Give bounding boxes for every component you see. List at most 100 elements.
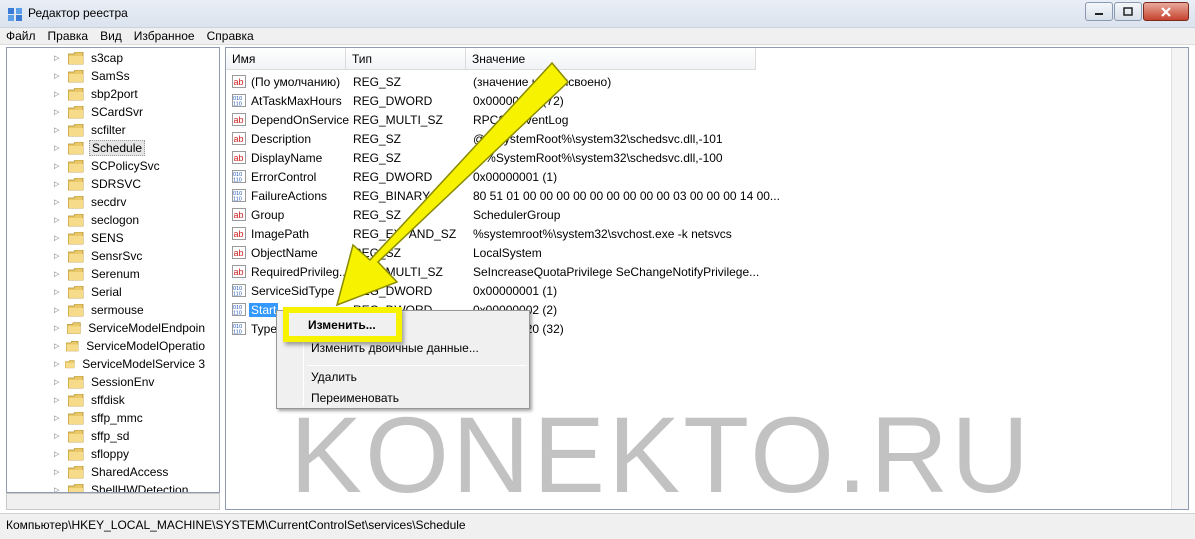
tree-item-label: seclogon xyxy=(91,213,140,227)
tree-item[interactable]: ▷ sffp_sd xyxy=(7,427,207,445)
menu-help[interactable]: Справка xyxy=(207,29,254,43)
tree-item[interactable]: ▷ scfilter xyxy=(7,121,207,139)
expand-arrow-icon[interactable]: ▷ xyxy=(54,468,62,476)
tree-item[interactable]: ▷ sfloppy xyxy=(7,445,207,463)
table-row[interactable]: ab (По умолчанию) REG_SZ (значение не присв… xyxy=(226,72,1186,91)
expand-arrow-icon[interactable]: ▷ xyxy=(54,252,62,260)
menu-item-modify[interactable]: Изменить... xyxy=(283,307,402,342)
column-header-type[interactable]: Тип xyxy=(346,48,466,70)
tree-item[interactable]: ▷ SENS xyxy=(7,229,207,247)
menu-file[interactable]: Файл xyxy=(6,29,36,43)
expand-arrow-icon[interactable]: ▷ xyxy=(54,486,62,492)
value-name: ErrorControl xyxy=(251,169,317,184)
folder-icon xyxy=(65,359,75,368)
tree-item[interactable]: ▷ s3cap xyxy=(7,49,207,67)
expand-arrow-icon[interactable]: ▷ xyxy=(54,162,62,170)
expand-arrow-icon[interactable]: ▷ xyxy=(54,450,62,458)
table-row[interactable]: ab RequiredPrivileg... REG_MULTI_SZ SeIncre… xyxy=(226,262,1186,281)
string-value-icon: ab xyxy=(232,246,246,259)
table-row[interactable]: 010 110 FailureActions REG_BINARY 80 51 01 0… xyxy=(226,186,1186,205)
table-row[interactable]: ab ObjectName REG_SZ LocalSystem xyxy=(226,243,1186,262)
tree-item[interactable]: ▷ SamSs xyxy=(7,67,207,85)
expand-arrow-icon[interactable]: ▷ xyxy=(54,360,59,368)
expand-arrow-icon[interactable]: ▷ xyxy=(54,126,62,134)
minimize-button[interactable] xyxy=(1085,2,1113,21)
tree-item[interactable]: ▷ Serial xyxy=(7,283,207,301)
expand-arrow-icon[interactable]: ▷ xyxy=(54,396,62,404)
expand-arrow-icon[interactable]: ▷ xyxy=(54,234,62,242)
tree-item-label: SensrSvc xyxy=(91,249,143,263)
window-title: Редактор реестра xyxy=(28,6,128,20)
tree-item[interactable]: ▷ ServiceModelService 3 xyxy=(7,355,207,373)
table-row[interactable]: ab DisplayName REG_SZ @%SystemRoot%\system3… xyxy=(226,148,1186,167)
column-header-data[interactable]: Значение xyxy=(466,48,756,70)
tree-item-label: ServiceModelEndpoin xyxy=(88,321,205,335)
menu-view[interactable]: Вид xyxy=(100,29,122,43)
tree-horizontal-scrollbar[interactable] xyxy=(6,493,220,510)
expand-arrow-icon[interactable]: ▷ xyxy=(54,432,62,440)
tree-item[interactable]: ▷ sermouse xyxy=(7,301,207,319)
tree-item-label: SamSs xyxy=(91,69,130,83)
tree-item[interactable]: ▷ sffp_mmc xyxy=(7,409,207,427)
menu-edit[interactable]: Правка xyxy=(48,29,89,43)
table-row[interactable]: 010 110 ErrorControl REG_DWORD 0x00000001 (1… xyxy=(226,167,1186,186)
table-row[interactable]: 010 110 ServiceSidType REG_DWORD 0x00000001 … xyxy=(226,281,1186,300)
tree-item[interactable]: ▷ Serenum xyxy=(7,265,207,283)
expand-arrow-icon[interactable]: ▷ xyxy=(54,144,62,152)
expand-arrow-icon[interactable]: ▷ xyxy=(54,90,62,98)
table-row[interactable]: ab DependOnService REG_MULTI_SZ RPCSS Event… xyxy=(226,110,1186,129)
expand-arrow-icon[interactable]: ▷ xyxy=(54,378,62,386)
svg-text:110: 110 xyxy=(233,178,242,184)
expand-arrow-icon[interactable]: ▷ xyxy=(54,270,62,278)
tree-item[interactable]: ▷ SDRSVC xyxy=(7,175,207,193)
value-data: RPCSS EventLog xyxy=(473,112,569,127)
svg-text:110: 110 xyxy=(233,311,242,317)
value-name: (По умолчанию) xyxy=(251,74,341,89)
tree-item[interactable]: ▷ Schedule xyxy=(7,139,207,157)
values-list[interactable]: Имя Тип Значение ab (По умолчанию) REG_SZ (… xyxy=(225,47,1189,510)
expand-arrow-icon[interactable]: ▷ xyxy=(54,414,62,422)
expand-arrow-icon[interactable]: ▷ xyxy=(54,288,62,296)
expand-arrow-icon[interactable]: ▷ xyxy=(54,54,62,62)
table-row[interactable]: ab Group REG_SZ SchedulerGroup xyxy=(226,205,1186,224)
expand-arrow-icon[interactable]: ▷ xyxy=(54,342,60,350)
menu-favorites[interactable]: Избранное xyxy=(134,29,195,43)
menu-item-modify-binary[interactable]: Изменить двоичные данные... xyxy=(311,341,479,355)
expand-arrow-icon[interactable]: ▷ xyxy=(54,324,61,332)
tree-item[interactable]: ▷ ServiceModelOperatio xyxy=(7,337,207,355)
tree-item[interactable]: ▷ SensrSvc xyxy=(7,247,207,265)
folder-icon xyxy=(68,231,84,244)
tree-item[interactable]: ▷ seclogon xyxy=(7,211,207,229)
svg-text:ab: ab xyxy=(234,210,244,220)
tree-item[interactable]: ▷ SCardSvr xyxy=(7,103,207,121)
folder-icon xyxy=(68,105,84,118)
tree-item[interactable]: ▷ SessionEnv xyxy=(7,373,207,391)
expand-arrow-icon[interactable]: ▷ xyxy=(54,306,62,314)
menu-item-delete[interactable]: Удалить xyxy=(311,370,357,384)
svg-text:110: 110 xyxy=(233,197,242,203)
tree-item[interactable]: ▷ ServiceModelEndpoin xyxy=(7,319,207,337)
table-row[interactable]: ab Description REG_SZ @%SystemRoot%\system3… xyxy=(226,129,1186,148)
expand-arrow-icon[interactable]: ▷ xyxy=(54,108,62,116)
value-type: REG_MULTI_SZ xyxy=(353,264,443,279)
column-header-name[interactable]: Имя xyxy=(226,48,346,70)
tree-item[interactable]: ▷ secdrv xyxy=(7,193,207,211)
menu-item-rename[interactable]: Переименовать xyxy=(311,391,399,405)
tree-item[interactable]: ▷ sffdisk xyxy=(7,391,207,409)
key-tree[interactable]: ▷ s3cap ▷ SamSs ▷ sbp2port ▷ SCardSvr ▷ scfilter ▷… xyxy=(6,47,220,493)
table-row[interactable]: ab ImagePath REG_EXPAND_SZ %systemroot%\sys… xyxy=(226,224,1186,243)
tree-item[interactable]: ▷ SCPolicySvc xyxy=(7,157,207,175)
tree-item[interactable]: ▷ sbp2port xyxy=(7,85,207,103)
maximize-button[interactable] xyxy=(1114,2,1142,21)
tree-item[interactable]: ▷ SharedAccess xyxy=(7,463,207,481)
value-type: REG_BINARY xyxy=(353,188,431,203)
close-button[interactable] xyxy=(1143,2,1189,21)
expand-arrow-icon[interactable]: ▷ xyxy=(54,198,62,206)
tree-item[interactable]: ▷ ShellHWDetection xyxy=(7,481,207,492)
expand-arrow-icon[interactable]: ▷ xyxy=(54,72,62,80)
value-name: AtTaskMaxHours xyxy=(251,93,342,108)
folder-icon xyxy=(68,159,84,172)
table-row[interactable]: 010 110 AtTaskMaxHours REG_DWORD 0x00000048 … xyxy=(226,91,1186,110)
expand-arrow-icon[interactable]: ▷ xyxy=(54,180,62,188)
expand-arrow-icon[interactable]: ▷ xyxy=(54,216,62,224)
